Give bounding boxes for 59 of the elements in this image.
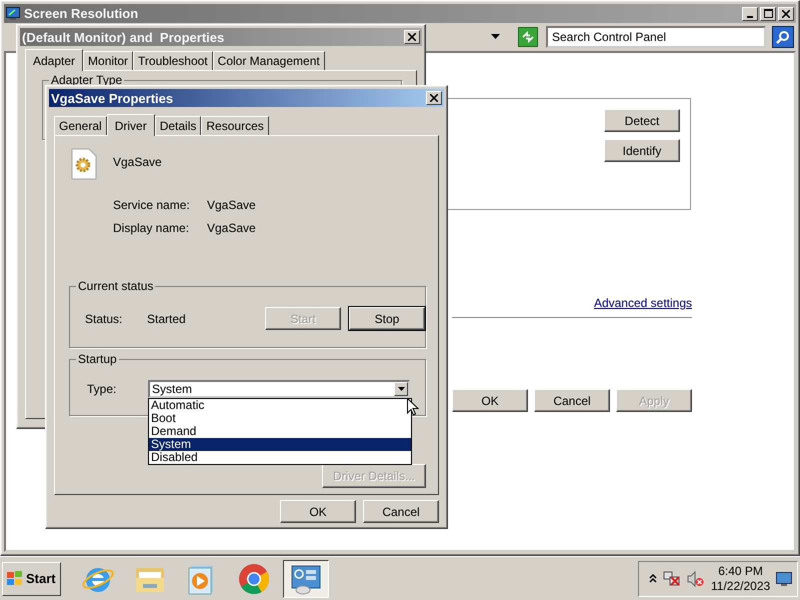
dropdown-arrow-icon[interactable]: [491, 34, 500, 39]
tab[interactable]: Details: [154, 116, 202, 135]
status-label: Status:: [85, 312, 124, 326]
dropdown-option[interactable]: System: [149, 438, 411, 451]
tab[interactable]: Monitor: [83, 51, 134, 70]
clock-date: 11/22/2023: [711, 578, 770, 594]
device-name: VgaSave: [113, 155, 162, 169]
chevron-up-icon[interactable]: [649, 574, 657, 583]
dropdown-option[interactable]: Automatic: [149, 399, 411, 412]
clock-time: 6:40 PM: [718, 564, 763, 578]
monitor-icon: [6, 7, 20, 20]
close-icon: [430, 94, 438, 102]
field-value: VgaSave: [207, 221, 256, 235]
window-title: VgaSave Properties: [51, 90, 174, 106]
tab[interactable]: Driver: [106, 114, 155, 136]
tab[interactable]: Adapter: [25, 49, 84, 71]
minimize-icon: [747, 16, 753, 18]
close-button[interactable]: [426, 91, 442, 105]
service-button[interactable]: Stop: [349, 307, 425, 330]
caret-icon: [398, 387, 404, 391]
taskbar-app-button[interactable]: [282, 560, 329, 598]
dialog-button[interactable]: Cancel: [534, 389, 610, 412]
search-button[interactable]: [772, 26, 794, 48]
window-title: (Default Monitor) and Properties: [22, 30, 226, 44]
display-button[interactable]: Identify: [604, 139, 680, 162]
group-title: Current status: [76, 279, 156, 293]
search-icon: [776, 30, 790, 44]
tab[interactable]: General: [54, 116, 107, 135]
dropdown-option[interactable]: Boot: [149, 412, 411, 425]
advanced-settings-link[interactable]: Advanced settings: [594, 296, 692, 310]
display-button[interactable]: Detect: [604, 109, 680, 132]
group-title: Startup: [76, 352, 119, 366]
refresh-icon: [521, 30, 535, 44]
speaker-muted-icon[interactable]: [687, 570, 705, 586]
close-icon: [782, 10, 790, 18]
dropdown-option[interactable]: Demand: [149, 425, 411, 438]
tab[interactable]: Color Management: [212, 51, 325, 70]
network-icon[interactable]: [663, 570, 681, 586]
gear-document-icon: [71, 148, 97, 180]
dropdown-option[interactable]: Disabled: [149, 451, 411, 464]
maximize-icon: [764, 9, 772, 18]
field-label: Display name:: [113, 221, 190, 235]
field-value: VgaSave: [207, 198, 256, 212]
dialog-button[interactable]: OK: [280, 500, 356, 523]
close-icon: [408, 33, 416, 41]
dialog-button[interactable]: OK: [452, 389, 528, 412]
status-value: Started: [147, 312, 187, 326]
search-field[interactable]: Search Control Panel: [546, 26, 766, 48]
tab[interactable]: Troubleshoot: [133, 51, 213, 70]
start-button[interactable]: Start: [2, 562, 61, 596]
dialog-button[interactable]: Cancel: [363, 500, 439, 523]
windows-logo-icon: [7, 571, 23, 586]
type-label: Type:: [87, 382, 118, 396]
tab[interactable]: Resources: [201, 116, 269, 135]
field-label: Service name:: [113, 198, 191, 212]
window-title: Screen Resolution: [24, 6, 140, 21]
show-desktop-icon[interactable]: [776, 572, 792, 586]
chrome-logo-icon: [236, 562, 271, 596]
refresh-button[interactable]: [518, 26, 538, 46]
